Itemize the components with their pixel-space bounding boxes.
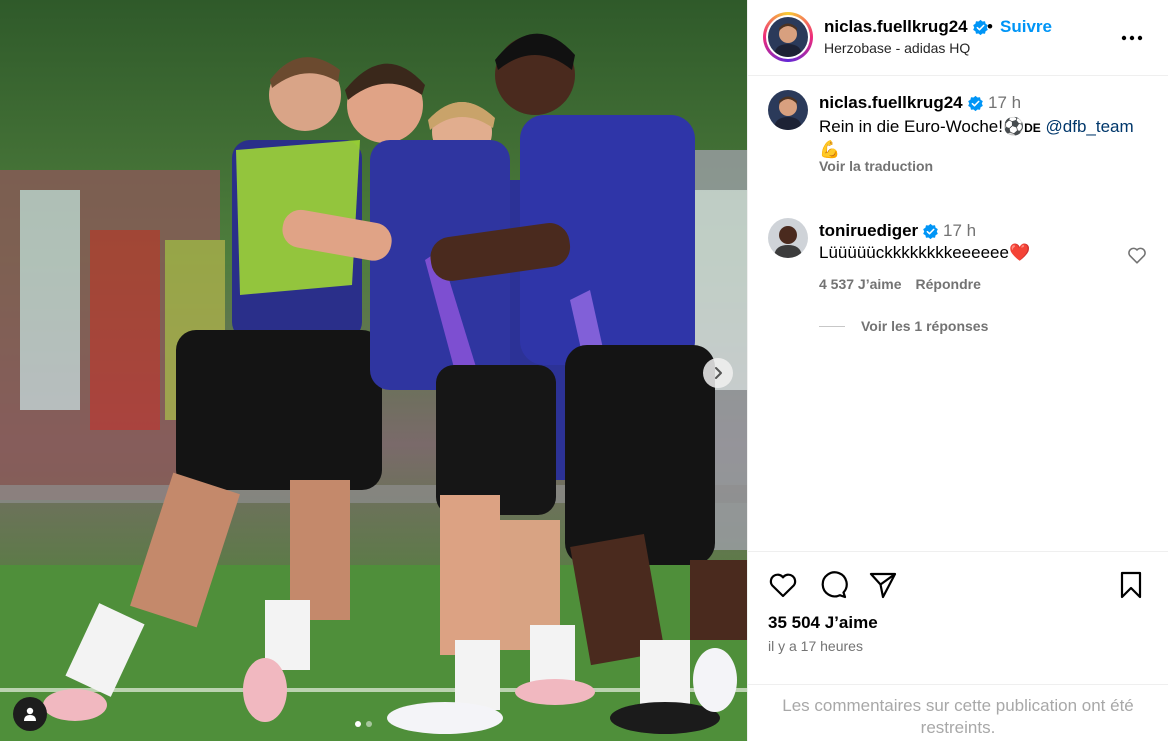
author-username-text[interactable]: niclas.fuellkrug24 — [824, 17, 968, 37]
post-sidebar: niclas.fuellkrug24 • Suivre Herzobase - … — [747, 0, 1168, 741]
translate-link[interactable]: Voir la traduction — [819, 158, 933, 174]
mention-link[interactable]: @dfb_team — [1046, 117, 1134, 136]
comment-icon[interactable] — [817, 569, 849, 601]
tagged-users-button[interactable] — [13, 697, 47, 731]
share-icon[interactable] — [867, 569, 899, 601]
chevron-right-icon — [715, 367, 722, 379]
commenter-username-text[interactable]: toniruediger — [819, 221, 918, 241]
view-replies-button[interactable]: Voir les 1 réponses — [819, 318, 988, 334]
caption-body: Rein in die Euro-Woche! — [819, 117, 1003, 136]
comments-restricted-notice: Les commentaires sur cette publication o… — [748, 684, 1168, 741]
heart-icon[interactable] — [767, 569, 799, 601]
comment-text: Lüüüüückkkkkkkkeeeeee❤️ — [819, 243, 1030, 263]
verified-badge-icon — [967, 95, 983, 111]
caption-avatar[interactable] — [768, 90, 808, 130]
post-photo — [0, 0, 747, 741]
post-date[interactable]: il y a 17 heures — [768, 638, 863, 654]
comment-body: Lüüüüückkkkkkkkeeeeee — [819, 243, 1009, 262]
replies-divider — [819, 325, 845, 327]
caption-username[interactable]: niclas.fuellkrug24 — [819, 93, 984, 113]
commenter-username[interactable]: toniruediger — [819, 221, 939, 241]
commenter-avatar[interactable] — [768, 218, 808, 258]
heart-emoji: ❤️ — [1008, 243, 1031, 262]
verified-badge-icon — [923, 223, 938, 239]
author-avatar[interactable] — [763, 12, 813, 62]
view-replies-label[interactable]: Voir les 1 réponses — [861, 318, 988, 334]
flag-text: DE — [1024, 121, 1041, 135]
comment-meta: 4 537 J’aime Répondre — [819, 276, 981, 292]
author-username[interactable]: niclas.fuellkrug24 — [824, 17, 989, 37]
post-actions: 35 504 J’aime il y a 17 heures — [748, 551, 1168, 684]
post-header: niclas.fuellkrug24 • Suivre Herzobase - … — [748, 0, 1168, 76]
reply-button[interactable]: Répondre — [916, 276, 981, 292]
muscle-emoji: 💪 — [819, 140, 841, 159]
ball-emoji: ⚽ — [1002, 117, 1025, 136]
header-separator: • — [987, 17, 993, 36]
caption-text: Rein in die Euro-Woche!⚽DE @dfb_team 💪 — [819, 116, 1149, 161]
carousel-dot — [366, 721, 372, 727]
caption-timestamp[interactable]: 17 h — [988, 93, 1021, 113]
follow-button[interactable]: Suivre — [1000, 17, 1052, 37]
post-media[interactable] — [0, 0, 747, 741]
caption-username-text[interactable]: niclas.fuellkrug24 — [819, 93, 963, 113]
likes-count[interactable]: 35 504 J’aime — [768, 613, 878, 633]
carousel-dot — [355, 721, 361, 727]
carousel-next-button[interactable] — [703, 358, 733, 388]
comment-timestamp[interactable]: 17 h — [943, 221, 976, 241]
carousel-indicator — [355, 721, 372, 727]
comment-like-icon[interactable] — [1126, 244, 1148, 266]
more-options-button[interactable] — [1120, 26, 1144, 50]
save-icon[interactable] — [1115, 569, 1147, 601]
comment-likes[interactable]: 4 537 J’aime — [819, 276, 902, 292]
post-location[interactable]: Herzobase - adidas HQ — [824, 40, 970, 56]
user-tag-icon — [24, 707, 36, 721]
more-options-icon — [1121, 35, 1143, 41]
